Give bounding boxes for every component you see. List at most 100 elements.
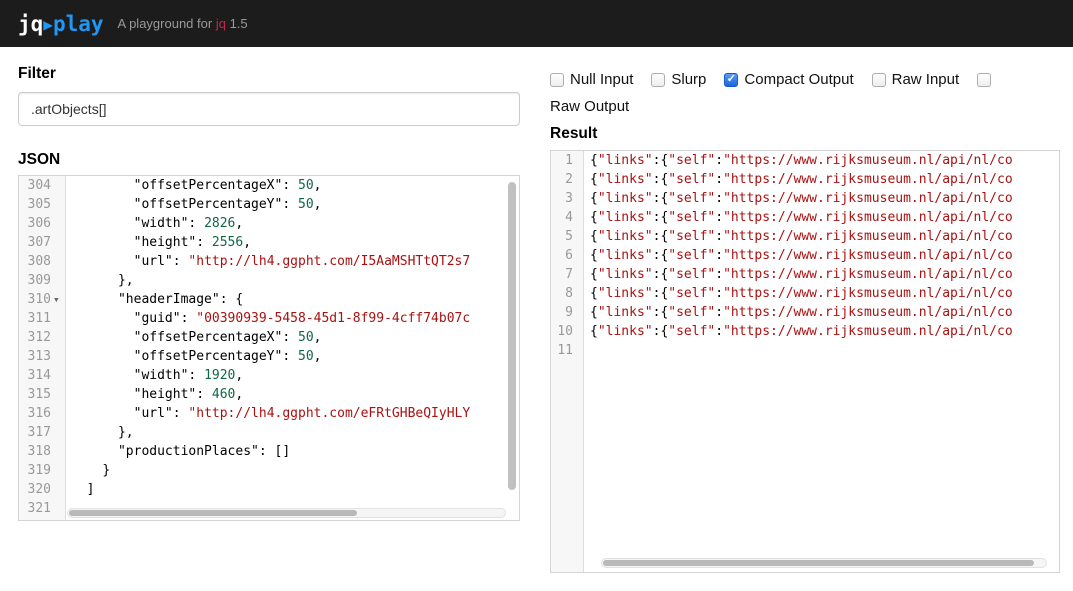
token-punc: :{ [653,172,669,187]
token-key: "offsetPercentageY" [134,349,283,364]
line-number-text: 304 [28,176,53,195]
line-number: 305 [19,195,65,214]
logo-play-text: play [53,12,104,36]
code-line: {"links":{"self":"https://www.rijksmuseu… [590,284,1059,303]
line-number-text: 11 [557,341,575,360]
token-num: 1920 [204,368,235,383]
code-line: {"links":{"self":"https://www.rijksmuseu… [590,189,1059,208]
option-raw-output[interactable] [977,73,997,87]
checkbox-compact-output[interactable]: ✓ [724,73,738,87]
line-number-text: 6 [565,246,575,265]
app-logo[interactable]: jq▶play [18,12,104,36]
line-number: 321 [19,499,65,518]
token-punc: : [715,210,723,225]
token-punc: } [102,463,110,478]
json-code-area[interactable]: "offsetPercentageX": 50, "offsetPercenta… [67,176,519,518]
code-line: "guid": "00390939-5458-45d1-8f99-4cff74b… [71,309,519,328]
line-number: 4 [551,208,583,227]
scrollbar-thumb[interactable] [69,510,357,516]
line-number: 315 [19,385,65,404]
token-key: "height" [134,387,197,402]
vertical-scrollbar[interactable] [508,179,516,506]
code-line: "url": "http://lh4.ggpht.com/I5AaMSHTtQT… [71,252,519,271]
token-punc: : [715,191,723,206]
token-str: "self" [668,172,715,187]
result-editor[interactable]: 1234567891011 {"links":{"self":"https://… [550,150,1060,573]
code-line [590,341,1059,360]
option-slurp[interactable]: Slurp [651,71,706,88]
token-punc: ] [87,482,95,497]
scrollbar-thumb[interactable] [508,182,516,489]
result-code-area[interactable]: {"links":{"self":"https://www.rijksmuseu… [585,151,1059,360]
fold-arrow-icon[interactable]: ▾ [53,290,65,309]
line-number-text: 315 [28,385,53,404]
tagline: A playground for jq 1.5 [118,16,248,31]
token-punc: : { [220,292,243,307]
line-number-text: 321 [28,499,53,518]
token-punc: }, [118,425,134,440]
option-label-slurp: Slurp [671,71,706,88]
line-number-text: 309 [28,271,53,290]
line-number-gutter: 304305306307308309310▾311312313314315316… [19,176,66,520]
token-key: "offsetPercentageX" [134,178,283,193]
token-punc: { [590,305,598,320]
line-number-text: 308 [28,252,53,271]
line-number: 2 [551,170,583,189]
code-line: "productionPlaces": [] [71,442,519,461]
option-raw-input[interactable]: Raw Input [872,71,960,88]
checkbox-raw-output[interactable] [977,73,991,87]
token-punc: :{ [653,267,669,282]
token-num: 50 [298,197,314,212]
line-number-text: 305 [28,195,53,214]
token-punc: { [590,324,598,339]
token-str: "00390939-5458-45d1-8f99-4cff74b07c [196,311,470,326]
horizontal-scrollbar[interactable] [601,558,1047,568]
scrollbar-thumb[interactable] [603,560,1034,566]
line-number-text: 8 [565,284,575,303]
checkbox-slurp[interactable] [651,73,665,87]
option-label-raw-output[interactable]: Raw Output [550,98,1060,115]
token-punc: , [243,235,251,250]
json-editor[interactable]: 304305306307308309310▾311312313314315316… [18,175,520,521]
line-number: 3 [551,189,583,208]
token-punc: , [235,216,243,231]
line-number: 319 [19,461,65,480]
token-key: "height" [134,235,197,250]
line-number: 11 [551,341,583,360]
line-number-text: 7 [565,265,575,284]
token-str: "self" [668,286,715,301]
token-num: 50 [298,330,314,345]
line-number-text: 1 [565,151,575,170]
option-compact-output[interactable]: ✓Compact Output [724,71,853,88]
token-punc: : [196,387,212,402]
token-str: "self" [668,229,715,244]
filter-input[interactable] [18,92,520,126]
code-line: {"links":{"self":"https://www.rijksmuseu… [590,170,1059,189]
token-str: "https://www.rijksmuseum.nl/api/nl/co [723,286,1013,301]
line-number-text: 311 [28,309,53,328]
token-punc: { [590,267,598,282]
token-punc: : [181,311,197,326]
token-punc: : [282,178,298,193]
token-str: "links" [598,248,653,263]
main-content: Filter JSON 304305306307308309310▾311312… [0,47,1073,573]
jq-link[interactable]: jq [216,16,226,31]
token-punc: : [715,153,723,168]
line-number: 317 [19,423,65,442]
option-label-null-input: Null Input [570,71,633,88]
token-str: "self" [668,305,715,320]
checkbox-raw-input[interactable] [872,73,886,87]
token-punc: { [590,229,598,244]
line-number: 8 [551,284,583,303]
horizontal-scrollbar[interactable] [67,508,506,518]
option-null-input[interactable]: Null Input [550,71,633,88]
checkbox-null-input[interactable] [550,73,564,87]
token-num: 460 [212,387,235,402]
line-number-text: 318 [28,442,53,461]
line-number: 314 [19,366,65,385]
token-str: "self" [668,210,715,225]
code-line: } [71,461,519,480]
token-punc: : [715,286,723,301]
filter-heading: Filter [18,65,520,83]
token-key: "offsetPercentageY" [134,197,283,212]
